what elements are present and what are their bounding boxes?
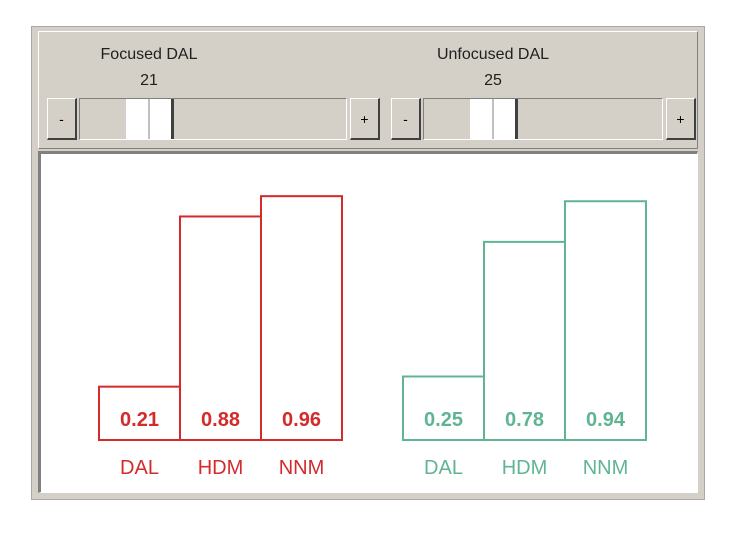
bar-value-label: 0.96: [282, 409, 321, 431]
category-label: NNM: [279, 457, 325, 479]
bar-charts-svg: 0.21 DAL 0.88 HDM 0.96 NNM 0.25 DAL 0.78 HDM 0.94 N…: [98, 195, 647, 479]
category-label: HDM: [502, 457, 548, 479]
focused-dal-slider-track[interactable]: [79, 98, 347, 140]
focused-dal-title: Focused DAL: [100, 46, 198, 63]
chart-group-1: 0.25 DAL 0.78 HDM 0.94 NNM: [402, 200, 647, 479]
slider-panel: Focused DAL 21 - + Unfocused DAL 25 - +: [38, 31, 698, 149]
category-label: DAL: [424, 457, 463, 479]
bar-hdm: [179, 215, 262, 442]
dal-window: Focused DAL 21 - + Unfocused DAL 25 - + …: [31, 26, 705, 500]
bar-value-label: 0.21: [120, 409, 159, 431]
focused-dal-decrement-button[interactable]: -: [47, 98, 77, 140]
bar-nnm: [260, 195, 343, 441]
unfocused-dal-increment-button[interactable]: +: [666, 98, 696, 140]
focused-dal-group: Focused DAL 21 - +: [39, 32, 380, 148]
focused-dal-slider-thumb[interactable]: [126, 99, 174, 139]
category-label: HDM: [198, 457, 244, 479]
unfocused-dal-title: Unfocused DAL: [436, 46, 550, 63]
bar-value-label: 0.25: [424, 409, 463, 431]
bar-value-label: 0.88: [201, 409, 240, 431]
bar-nnm: [564, 200, 647, 441]
unfocused-dal-slider-thumb[interactable]: [470, 99, 518, 139]
unfocused-dal-group: Unfocused DAL 25 - +: [383, 32, 719, 148]
chart-group-0: 0.21 DAL 0.88 HDM 0.96 NNM: [98, 195, 343, 479]
focused-dal-increment-button[interactable]: +: [350, 98, 380, 140]
category-label: DAL: [120, 457, 159, 479]
unfocused-dal-decrement-button[interactable]: -: [391, 98, 421, 140]
unfocused-dal-slider-track[interactable]: [423, 98, 663, 140]
bar-value-label: 0.78: [505, 409, 544, 431]
bar-value-label: 0.94: [586, 409, 626, 431]
chart-panel: 0.21 DAL 0.88 HDM 0.96 NNM 0.25 DAL 0.78 HDM 0.94 N…: [38, 151, 698, 493]
unfocused-dal-value: 25: [484, 72, 502, 89]
category-label: NNM: [583, 457, 629, 479]
focused-dal-value: 21: [140, 72, 158, 89]
